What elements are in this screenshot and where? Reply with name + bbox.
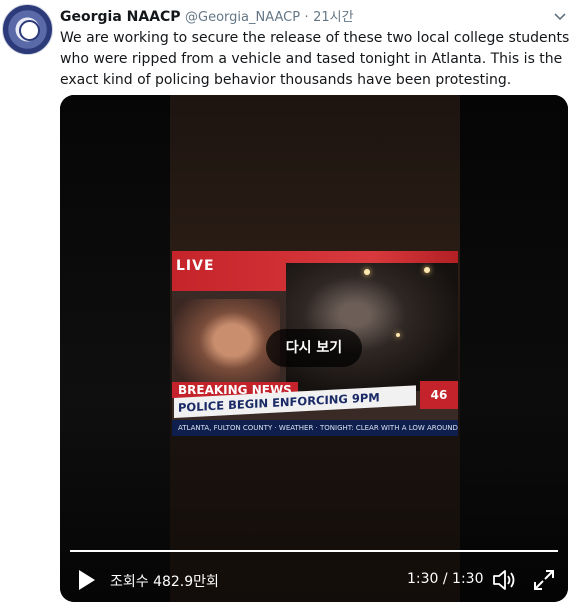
separator-dot: · <box>304 10 309 25</box>
live-label: LIVE <box>176 258 215 274</box>
street-light <box>424 267 430 273</box>
author-name[interactable]: Georgia NAACP <box>60 9 181 25</box>
tweet-header: Georgia NAACP @Georgia_NAACP · 21시간 <box>60 6 354 25</box>
news-ticker: ATLANTA, FULTON COUNTY · WEATHER · TONIG… <box>172 420 458 436</box>
news-scene-left <box>174 299 280 391</box>
progress-bar[interactable] <box>70 550 558 552</box>
timestamp[interactable]: 21시간 <box>313 10 353 25</box>
video-frame-left <box>60 95 170 602</box>
video-player[interactable]: LIVE BREAKING NEWS POLICE BEGIN ENFORCIN… <box>60 95 568 602</box>
playback-time: 1:30 / 1:30 <box>407 571 484 587</box>
tweet-text: We are working to secure the release of … <box>60 30 570 88</box>
news-scene-right <box>286 263 458 391</box>
view-count: 조회수 482.9만회 <box>110 574 219 590</box>
avatar[interactable] <box>2 4 53 55</box>
naacp-seal-icon <box>19 20 40 41</box>
video-frame-right <box>460 95 568 602</box>
street-light <box>396 333 400 337</box>
fullscreen-icon[interactable] <box>532 568 556 592</box>
play-icon[interactable] <box>78 569 96 591</box>
replay-button[interactable]: 다시 보기 <box>266 329 362 367</box>
street-light <box>364 269 370 275</box>
chevron-down-icon[interactable] <box>552 8 568 24</box>
channel-logo: 46 <box>420 381 458 409</box>
author-handle[interactable]: @Georgia_NAACP <box>185 10 300 25</box>
volume-icon[interactable] <box>492 568 518 592</box>
